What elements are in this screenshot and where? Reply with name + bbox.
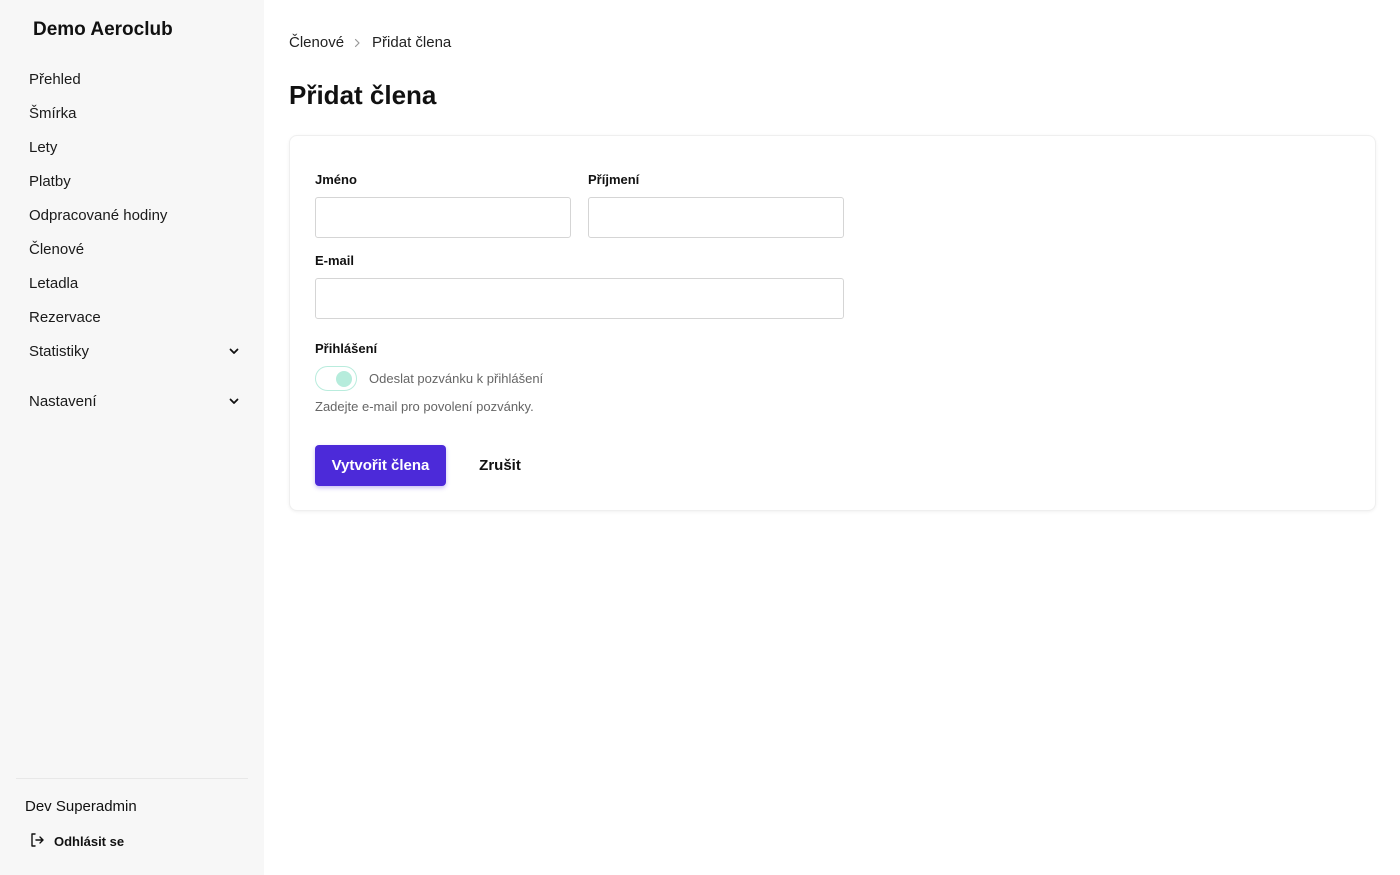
chevron-down-icon <box>229 396 239 406</box>
breadcrumb-parent[interactable]: Členové <box>289 34 344 51</box>
sidebar-item-label: Statistiky <box>29 342 90 360</box>
invite-hint: Zadejte e-mail pro povolení pozvánky. <box>315 399 534 414</box>
chevron-right-icon <box>354 38 362 48</box>
sidebar-divider <box>16 778 248 779</box>
cancel-button[interactable]: Zrušit <box>468 445 532 486</box>
brand-title: Demo Aeroclub <box>33 19 173 40</box>
sidebar-item-lety[interactable]: Lety <box>0 130 264 164</box>
sidebar-item-smirka[interactable]: Šmírka <box>0 96 264 130</box>
login-label: Přihlášení <box>315 341 378 356</box>
chevron-down-icon <box>229 346 239 356</box>
toggle-knob <box>336 371 352 387</box>
sidebar: Demo Aeroclub Přehled Šmírka Lety Platby… <box>0 0 264 875</box>
main-content: Členové Přidat člena Přidat člena Jméno … <box>264 0 1400 875</box>
sidebar-item-label: Přehled <box>29 70 81 88</box>
email-label: E-mail <box>315 253 355 268</box>
sidebar-item-label: Šmírka <box>29 104 77 122</box>
last-name-label: Příjmení <box>588 172 640 187</box>
sidebar-item-label: Platby <box>29 172 71 190</box>
logout-button[interactable]: Odhlásit se <box>29 832 124 851</box>
logout-label: Odhlásit se <box>54 834 125 849</box>
breadcrumb-current: Přidat člena <box>372 34 452 51</box>
sidebar-item-letadla[interactable]: Letadla <box>0 266 264 300</box>
invite-toggle-label: Odeslat pozvánku k přihlášení <box>369 371 544 386</box>
first-name-label: Jméno <box>315 172 357 187</box>
sidebar-item-label: Letadla <box>29 274 79 292</box>
add-member-form: Jméno Příjmení E-mail Přihlášení Odeslat… <box>289 135 1376 511</box>
sidebar-item-prehled[interactable]: Přehled <box>0 62 264 96</box>
last-name-input[interactable] <box>588 197 844 238</box>
sidebar-item-odpracovane-hodiny[interactable]: Odpracované hodiny <box>0 198 264 232</box>
page-title: Přidat člena <box>289 80 437 110</box>
sidebar-item-label: Odpracované hodiny <box>29 206 168 224</box>
create-member-button[interactable]: Vytvořit člena <box>315 445 446 486</box>
sidebar-item-platby[interactable]: Platby <box>0 164 264 198</box>
sidebar-item-statistiky[interactable]: Statistiky <box>0 334 264 368</box>
breadcrumb: Členové Přidat člena <box>289 34 451 51</box>
sidebar-item-clenove[interactable]: Členové <box>0 232 264 266</box>
sidebar-item-nastaveni[interactable]: Nastavení <box>0 384 264 418</box>
sidebar-item-label: Členové <box>29 240 85 258</box>
invite-toggle[interactable] <box>315 366 357 391</box>
logout-icon <box>29 832 45 851</box>
sidebar-item-label: Lety <box>29 138 58 156</box>
email-input[interactable] <box>315 278 844 319</box>
user-name: Dev Superadmin <box>25 798 137 815</box>
sidebar-item-label: Rezervace <box>29 308 101 326</box>
first-name-input[interactable] <box>315 197 571 238</box>
sidebar-item-label: Nastavení <box>29 392 97 410</box>
sidebar-item-rezervace[interactable]: Rezervace <box>0 300 264 334</box>
sidebar-nav: Přehled Šmírka Lety Platby Odpracované h… <box>0 62 264 418</box>
